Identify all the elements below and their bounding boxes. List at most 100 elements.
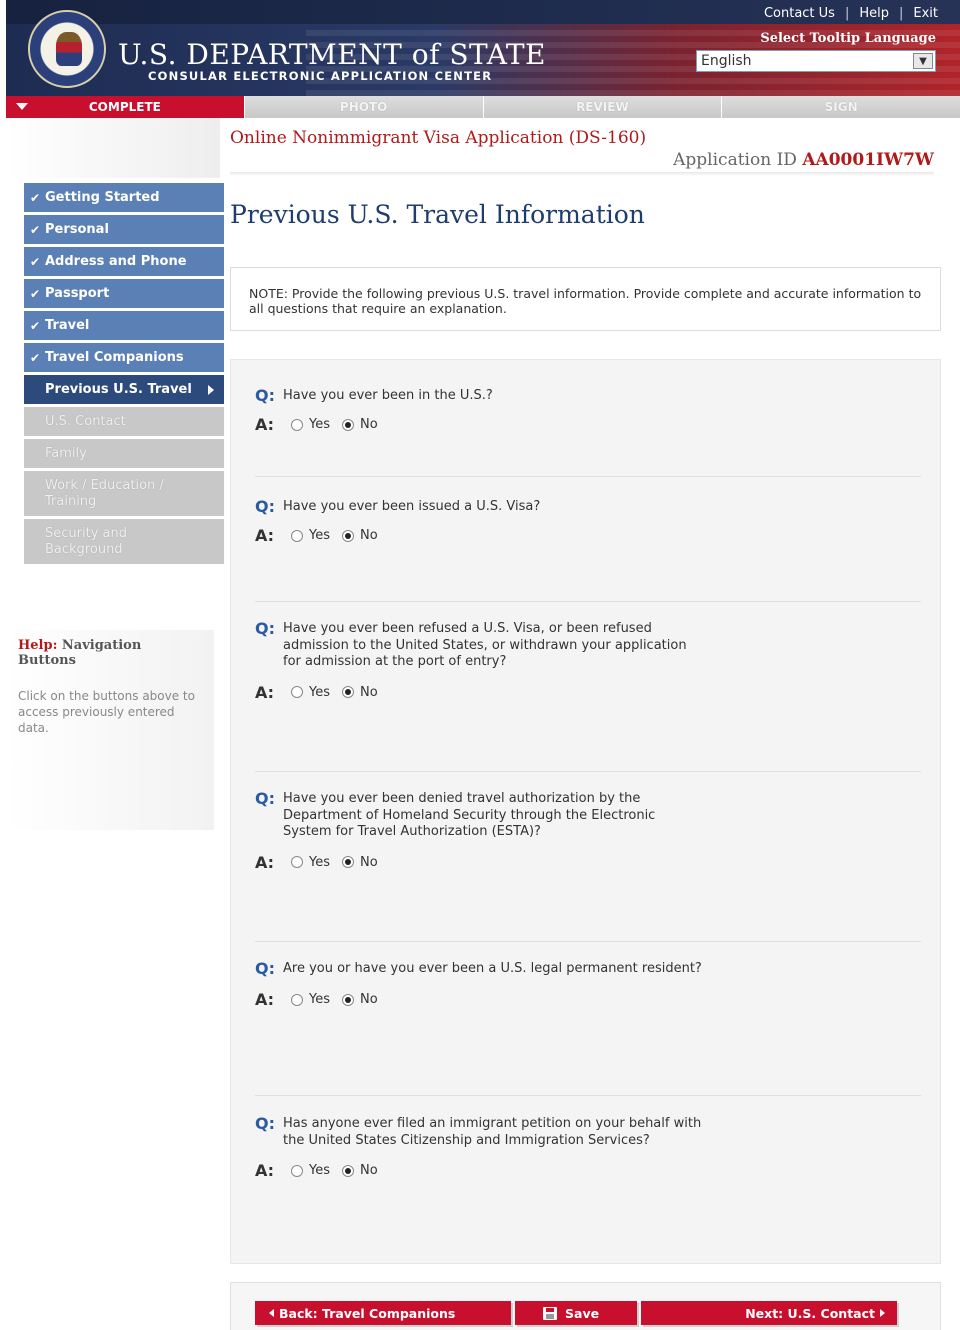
step-sign: SIGN <box>722 96 960 118</box>
contact-us-link[interactable]: Contact Us <box>764 6 835 21</box>
q-label: Q: <box>255 386 275 405</box>
no-radio[interactable]: No <box>342 992 378 1007</box>
sidebar-item-label: Family <box>45 446 87 461</box>
application-title: Online Nonimmigrant Visa Application (DS… <box>230 128 647 148</box>
tooltip-language-select[interactable]: English ▼ <box>696 50 936 72</box>
caret-down-icon <box>16 103 28 110</box>
q-label: Q: <box>255 1114 275 1133</box>
sidebar-header-shade <box>6 118 220 178</box>
save-icon <box>543 1306 557 1320</box>
checkmark-icon: ✔ <box>30 350 41 365</box>
sidebar-item-label: Work / Education / Training <box>45 477 164 509</box>
question-divider <box>255 601 921 602</box>
question-block: Q: Have you ever been refused a U.S. Vis… <box>255 619 921 702</box>
question-block: Q: Are you or have you ever been a U.S. … <box>255 959 921 1009</box>
yes-radio[interactable]: Yes <box>291 417 330 432</box>
step-complete[interactable]: COMPLETE <box>6 96 245 118</box>
sidebar-item-label: Travel <box>45 318 90 333</box>
checkmark-icon: ✔ <box>30 222 41 237</box>
question-text: Have you ever been denied travel authori… <box>283 791 656 839</box>
radio-selected-icon <box>342 418 354 431</box>
page-title: Previous U.S. Travel Information <box>230 200 645 229</box>
arrow-left-icon <box>269 1309 274 1317</box>
answer-row: A: Yes No <box>255 526 921 545</box>
answer-row: A: Yes No <box>255 415 921 434</box>
radio-selected-icon <box>342 856 354 868</box>
save-button[interactable]: Save <box>515 1301 637 1325</box>
question-text: Have you ever been refused a U.S. Visa, … <box>283 621 687 669</box>
sidebar-item-travel[interactable]: ✔ Travel <box>24 311 224 340</box>
yes-radio[interactable]: Yes <box>291 855 330 870</box>
tooltip-language-label: Select Tooltip Language <box>760 31 936 46</box>
q-label: Q: <box>255 959 275 978</box>
sidebar-item-label: Passport <box>45 286 110 301</box>
chevron-down-icon[interactable]: ▼ <box>913 53 933 69</box>
sidebar-item-us-contact: U.S. Contact <box>24 407 224 436</box>
question-text: Have you ever been issued a U.S. Visa? <box>283 499 541 514</box>
sidebar-item-travel-companions[interactable]: ✔ Travel Companions <box>24 343 224 372</box>
no-radio[interactable]: No <box>342 685 378 700</box>
question-block: Q: Has anyone ever filed an immigrant pe… <box>255 1114 921 1180</box>
question-divider <box>255 476 921 477</box>
no-radio[interactable]: No <box>342 855 378 870</box>
help-title: Help: Navigation Buttons <box>18 638 202 668</box>
sidebar-item-getting-started[interactable]: ✔ Getting Started <box>24 183 224 212</box>
next-button[interactable]: Next: U.S. Contact <box>641 1301 897 1325</box>
radio-icon <box>291 856 303 868</box>
state-department-seal-icon <box>28 10 106 88</box>
back-button-label: Back: Travel Companions <box>279 1305 456 1321</box>
checkmark-icon: ✔ <box>30 190 41 205</box>
step-label: SIGN <box>824 100 858 114</box>
q-label: Q: <box>255 497 275 516</box>
sidebar-item-label: Previous U.S. Travel <box>45 382 192 397</box>
a-label: A: <box>255 990 275 1009</box>
a-label: A: <box>255 1161 275 1180</box>
step-label: COMPLETE <box>88 100 161 114</box>
radio-label: Yes <box>309 1163 330 1178</box>
radio-selected-icon <box>342 529 354 542</box>
department-title: U.S. DEPARTMENT of STATE <box>118 38 546 71</box>
question-block: Q: Have you ever been in the U.S.? A: Ye… <box>255 386 921 434</box>
radio-label: No <box>360 1163 378 1178</box>
radio-label: No <box>360 854 378 870</box>
yes-radio[interactable]: Yes <box>291 685 330 700</box>
exit-link[interactable]: Exit <box>913 6 938 21</box>
sidebar-item-label: Address and Phone <box>45 254 187 269</box>
help-link[interactable]: Help <box>859 6 889 21</box>
radio-label: No <box>360 417 378 432</box>
answer-row: A: Yes No <box>255 853 921 872</box>
step-label: PHOTO <box>339 100 388 114</box>
top-links: Contact Us | Help | Exit <box>764 6 938 21</box>
sidebar-item-previous-us-travel[interactable]: Previous U.S. Travel <box>24 375 224 404</box>
radio-selected-icon <box>342 686 354 698</box>
help-box: Help: Navigation Buttons Click on the bu… <box>6 630 214 830</box>
no-radio[interactable]: No <box>342 1163 378 1178</box>
language-value: English <box>701 53 752 69</box>
sidebar-item-label: U.S. Contact <box>45 414 126 429</box>
caret-right-icon <box>208 385 214 395</box>
sidebar-item-personal[interactable]: ✔ Personal <box>24 215 224 244</box>
no-radio[interactable]: No <box>342 528 378 543</box>
checkmark-icon: ✔ <box>30 254 41 269</box>
questions-panel: Q: Have you ever been in the U.S.? A: Ye… <box>230 359 941 1264</box>
question-block: Q: Have you ever been denied travel auth… <box>255 789 921 872</box>
no-radio[interactable]: No <box>342 417 378 432</box>
application-id-label: Application ID <box>673 150 797 170</box>
a-label: A: <box>255 526 275 545</box>
question-row: Q: Have you ever been issued a U.S. Visa… <box>255 497 921 516</box>
back-button[interactable]: Back: Travel Companions <box>255 1301 511 1325</box>
sidebar-item-security-and-background: Security and Background <box>24 519 224 564</box>
yes-radio[interactable]: Yes <box>291 1163 330 1178</box>
radio-label: No <box>360 992 378 1007</box>
radio-label: No <box>360 684 378 700</box>
sidebar-item-address-and-phone[interactable]: ✔ Address and Phone <box>24 247 224 276</box>
a-label: A: <box>255 852 275 872</box>
step-label: REVIEW <box>576 100 629 114</box>
eagle-icon <box>56 32 82 66</box>
q-label: Q: <box>255 789 275 808</box>
answer-row: A: Yes No <box>255 683 921 702</box>
sidebar-item-passport[interactable]: ✔ Passport <box>24 279 224 308</box>
yes-radio[interactable]: Yes <box>291 528 330 543</box>
question-row: Q: Have you ever been in the U.S.? <box>255 386 921 405</box>
yes-radio[interactable]: Yes <box>291 992 330 1007</box>
